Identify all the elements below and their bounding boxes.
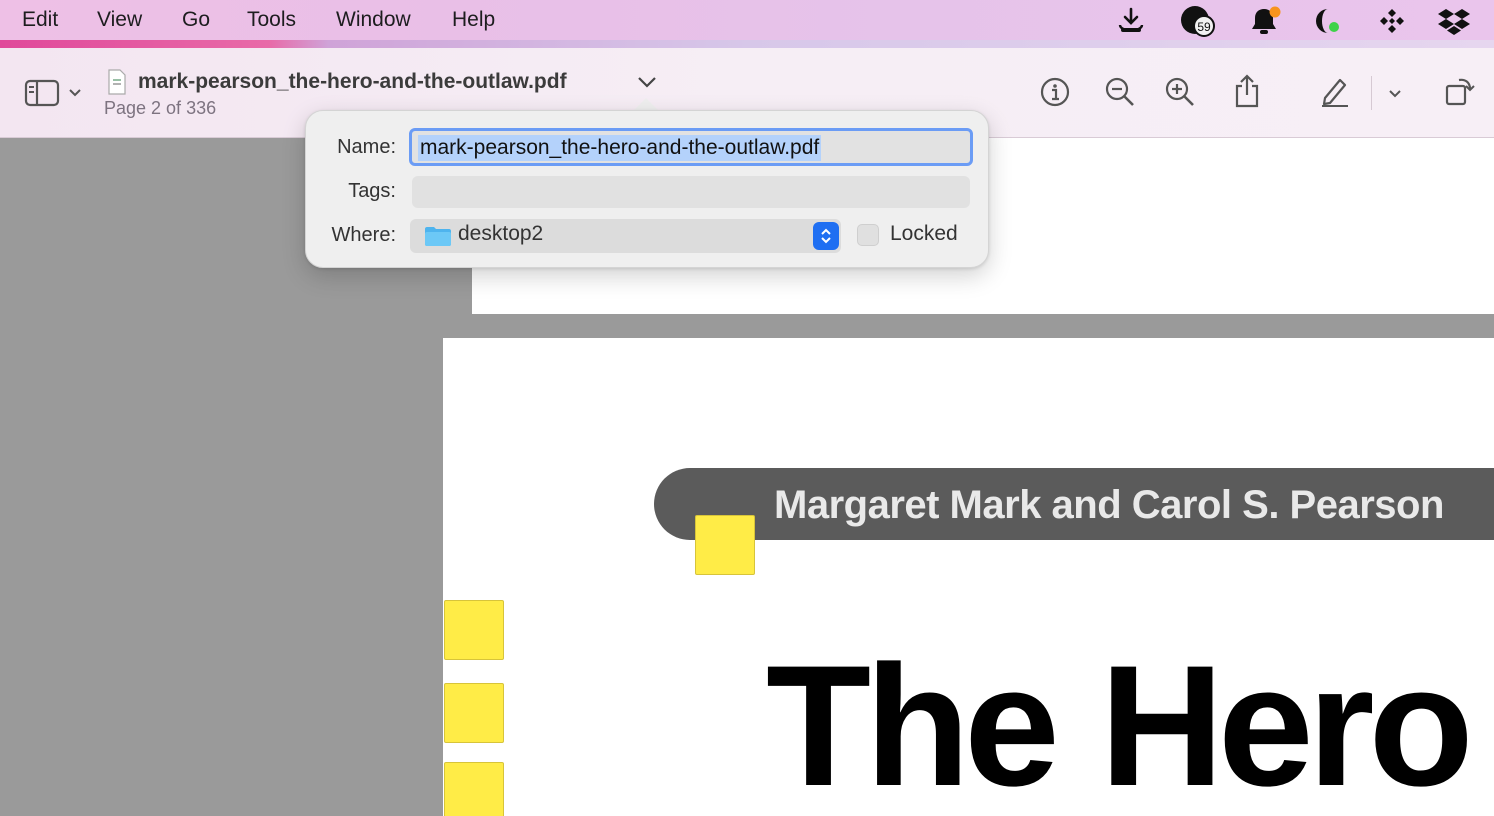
rotate-icon[interactable] xyxy=(1440,72,1478,110)
menu-go[interactable]: Go xyxy=(182,0,210,42)
book-title-word-1: The xyxy=(766,630,1060,816)
locked-label[interactable]: Locked xyxy=(890,222,958,246)
where-label: Where: xyxy=(331,224,396,246)
menu-view[interactable]: View xyxy=(97,0,142,42)
title-chevron-down-icon[interactable] xyxy=(636,72,658,92)
sticky-note[interactable] xyxy=(444,600,504,660)
document-title[interactable]: mark-pearson_the-hero-and-the-outlaw.pdf xyxy=(138,70,567,94)
book-title-word-2: Hero xyxy=(1099,630,1474,816)
book-title: The Hero xyxy=(766,640,1494,812)
info-icon[interactable] xyxy=(1037,74,1073,110)
sticky-note[interactable] xyxy=(444,762,504,816)
menu-edit[interactable]: Edit xyxy=(22,0,58,42)
page-indicator: Page 2 of 336 xyxy=(104,98,217,118)
author-names: Margaret Mark and Carol S. Pearson xyxy=(774,483,1444,527)
popup-stepper-icon xyxy=(813,222,839,250)
toolbar-divider xyxy=(1371,76,1372,110)
menu-bar-accent xyxy=(0,40,1494,48)
markup-chevron-down-icon[interactable] xyxy=(1386,86,1404,102)
bell-alert-icon[interactable] xyxy=(1244,1,1284,41)
name-label: Name: xyxy=(337,136,396,158)
sidebar-icon[interactable] xyxy=(22,76,62,110)
download-tray-icon[interactable] xyxy=(1111,1,1151,41)
zoom-in-icon[interactable] xyxy=(1162,74,1198,110)
sticky-note[interactable] xyxy=(695,515,755,575)
notification-badge-count: 59 xyxy=(1197,20,1211,34)
activity-indicator-icon[interactable] xyxy=(1308,1,1348,41)
menu-window[interactable]: Window xyxy=(336,0,411,42)
name-field[interactable]: mark-pearson_the-hero-and-the-outlaw.pdf xyxy=(409,128,973,166)
tags-field[interactable] xyxy=(412,176,970,208)
where-popup-button[interactable]: desktop2 xyxy=(410,219,841,253)
sidebar-chevron-down-icon[interactable] xyxy=(66,84,84,102)
zoom-out-icon[interactable] xyxy=(1102,74,1138,110)
folder-icon xyxy=(424,225,452,252)
menu-help[interactable]: Help xyxy=(452,0,495,42)
dropbox-icon[interactable] xyxy=(1434,1,1474,41)
where-value: desktop2 xyxy=(458,222,544,245)
tags-label: Tags: xyxy=(348,180,396,202)
menu-bar: Edit View Go Tools Window Help 59 xyxy=(0,0,1494,42)
markup-pen-icon[interactable] xyxy=(1316,72,1354,110)
notification-count-icon[interactable]: 59 xyxy=(1178,1,1218,41)
menu-tools[interactable]: Tools xyxy=(247,0,296,42)
sticky-note[interactable] xyxy=(444,683,504,743)
name-field-value[interactable]: mark-pearson_the-hero-and-the-outlaw.pdf xyxy=(418,135,822,161)
app-grid-icon[interactable] xyxy=(1372,1,1412,41)
pdf-file-icon xyxy=(106,68,128,96)
locked-checkbox[interactable] xyxy=(857,224,879,246)
share-icon[interactable] xyxy=(1229,72,1265,110)
